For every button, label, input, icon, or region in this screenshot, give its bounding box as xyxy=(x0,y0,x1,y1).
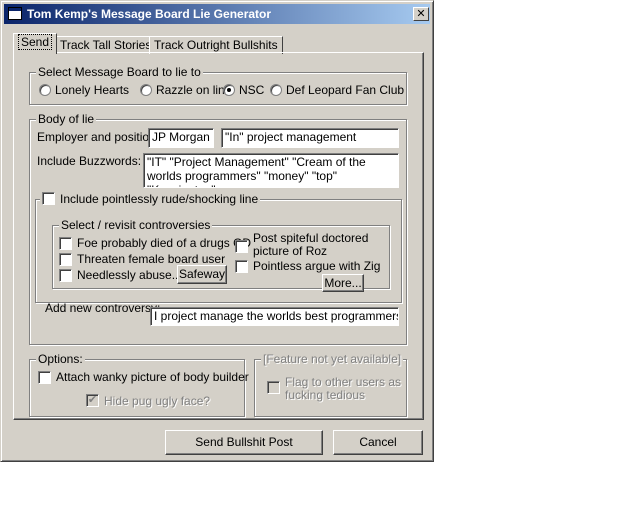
more-controversies-button[interactable]: More... xyxy=(322,274,364,292)
position-field[interactable]: "In" project management xyxy=(221,128,399,148)
window-title: Tom Kemp's Message Board Lie Generator xyxy=(27,7,272,21)
add-controversy-label: Add new controversy: xyxy=(45,301,161,315)
controversies-group: Select / revisit controversies Foe proba… xyxy=(52,218,390,292)
body-of-lie-group: Body of lie Employer and position JP Mor… xyxy=(29,112,407,345)
controversy-drugs-label[interactable]: Foe probably died of a drugs OD xyxy=(77,236,251,250)
safeway-button[interactable]: Safeway xyxy=(177,265,227,284)
radio-lonely-hearts[interactable] xyxy=(39,84,51,96)
attach-picture-checkbox[interactable] xyxy=(38,371,51,384)
radio-razzle-label[interactable]: Razzle on line xyxy=(156,83,231,97)
send-tab-panel: Select Message Board to lie to Lonely He… xyxy=(13,52,424,420)
send-post-button[interactable]: Send Bullshit Post xyxy=(165,430,323,455)
radio-razzle-on-line[interactable] xyxy=(140,84,152,96)
flag-tedious-checkbox[interactable] xyxy=(267,381,280,394)
rude-line-legend: Include pointlessly rude/shocking line xyxy=(40,192,261,206)
feature-unavailable-group: [Feature not yet available] Flag to othe… xyxy=(254,352,407,417)
close-button[interactable]: ✕ xyxy=(413,7,429,21)
controversy-drugs-checkbox[interactable] xyxy=(59,237,72,250)
board-select-group: Select Message Board to lie to Lonely He… xyxy=(29,65,407,105)
app-window-icon xyxy=(8,7,22,20)
body-group-legend: Body of lie xyxy=(36,112,97,126)
options-group: Options: Attach wanky picture of body bu… xyxy=(29,352,249,417)
radio-nsc[interactable] xyxy=(223,84,235,96)
rude-line-checkbox[interactable] xyxy=(42,192,55,205)
hide-face-label: Hide pug ugly face? xyxy=(104,394,211,408)
feature-unavailable-legend: [Feature not yet available] xyxy=(261,352,404,366)
board-group-legend: Select Message Board to lie to xyxy=(36,65,203,79)
buzzwords-field[interactable]: "IT" "Project Management" "Cream of the … xyxy=(143,153,399,188)
title-bar[interactable]: Tom Kemp's Message Board Lie Generator ✕ xyxy=(4,4,430,24)
controversy-roz-checkbox[interactable] xyxy=(235,240,248,253)
radio-nsc-label[interactable]: NSC xyxy=(239,83,264,97)
employer-position-label: Employer and position xyxy=(37,130,156,144)
controversy-abuse-label[interactable]: Needlessly abuse... xyxy=(77,268,182,282)
options-legend: Options: xyxy=(36,352,85,366)
controversy-threaten-label[interactable]: Threaten female board user xyxy=(77,252,225,266)
cancel-button[interactable]: Cancel xyxy=(333,430,423,455)
hide-face-checkbox[interactable]: ✔ xyxy=(86,394,99,407)
radio-lonely-hearts-label[interactable]: Lonely Hearts xyxy=(55,83,129,97)
controversy-threaten-checkbox[interactable] xyxy=(59,253,72,266)
controversies-legend: Select / revisit controversies xyxy=(59,218,213,232)
tab-send[interactable]: Send xyxy=(13,33,58,54)
controversy-zig-checkbox[interactable] xyxy=(235,260,248,273)
rude-line-label[interactable]: Include pointlessly rude/shocking line xyxy=(60,192,258,206)
buzzwords-label: Include Buzzwords: xyxy=(37,154,142,168)
employer-field[interactable]: JP Morgan xyxy=(148,128,214,148)
radio-def-leopard-label[interactable]: Def Leopard Fan Club xyxy=(286,83,404,97)
controversy-roz-label[interactable]: Post spiteful doctored picture of Roz xyxy=(253,232,378,258)
controversy-abuse-checkbox[interactable] xyxy=(59,269,72,282)
add-controversy-field[interactable]: I project manage the worlds best program… xyxy=(150,307,399,326)
controversy-zig-label[interactable]: Pointless argue with Zig xyxy=(253,259,380,273)
tab-send-label: Send xyxy=(18,34,53,50)
main-window: Tom Kemp's Message Board Lie Generator ✕… xyxy=(0,0,434,462)
radio-def-leopard-fan-club[interactable] xyxy=(270,84,282,96)
flag-tedious-label: Flag to other users as fucking tedious xyxy=(285,375,402,402)
attach-picture-label[interactable]: Attach wanky picture of body builder xyxy=(56,370,249,384)
rude-line-group: Include pointlessly rude/shocking line S… xyxy=(35,192,402,315)
